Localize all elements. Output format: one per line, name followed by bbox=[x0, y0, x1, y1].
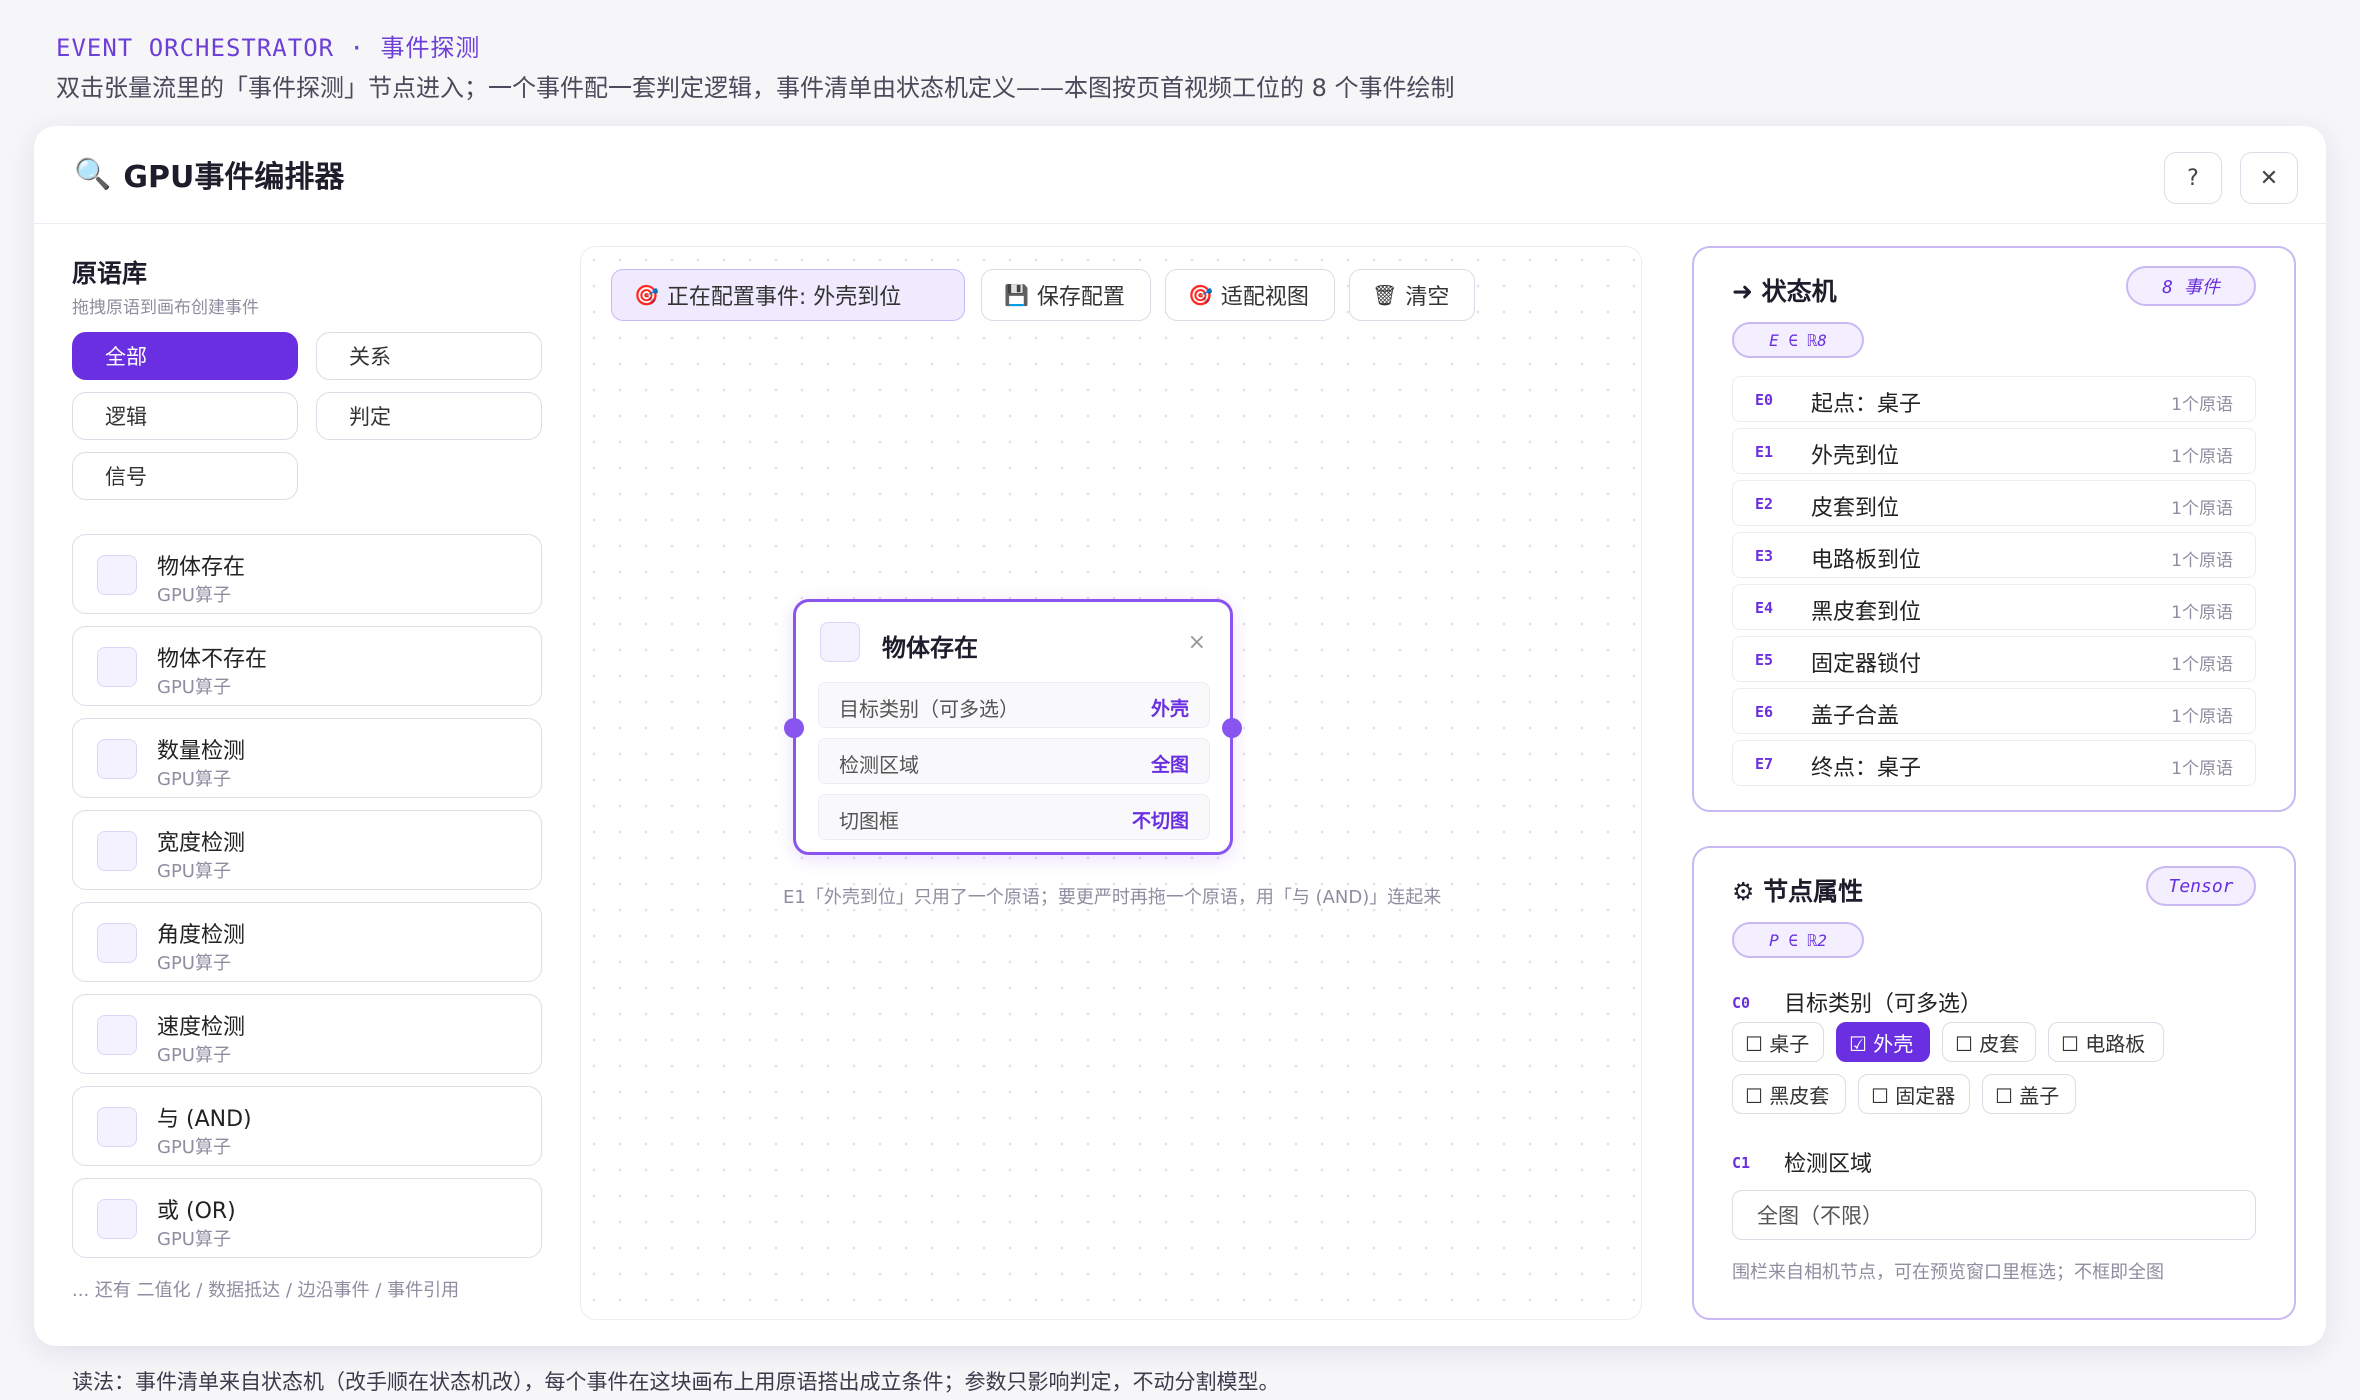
library-title: 原语库 bbox=[72, 259, 148, 288]
node-close-icon[interactable]: × bbox=[1188, 630, 1206, 655]
event-item-e4[interactable]: E4 黑皮套到位 1个原语 bbox=[1732, 584, 2256, 630]
primitive-icon bbox=[97, 739, 137, 779]
node-icon bbox=[820, 622, 860, 662]
node-param-row[interactable]: 目标类别（可多选） 外壳 bbox=[818, 682, 1210, 728]
trash-icon: 🗑 bbox=[1372, 283, 1398, 307]
close-icon: ✕ bbox=[2259, 165, 2279, 191]
state-machine-card: ➜ 状态机 8 事件 E ∈ ℝ8 E0 起点：桌子 1个原语 E1 外壳到位 1个原语… bbox=[1692, 246, 2296, 812]
primitive-speed[interactable]: 速度检测 GPU算子 bbox=[72, 994, 542, 1074]
class-tag-circuit-board[interactable]: ☐ 电路板 bbox=[2048, 1022, 2164, 1062]
node-param-row[interactable]: 检测区域 全图 bbox=[818, 738, 1210, 784]
help-button[interactable]: ? bbox=[2164, 152, 2222, 204]
node-properties-title: ⚙ 节点属性 bbox=[1732, 877, 1864, 906]
filter-judge[interactable]: 判定 bbox=[316, 392, 542, 440]
primitive-icon bbox=[97, 647, 137, 687]
event-canvas[interactable]: 🎯 正在配置事件: 外壳到位 💾 保存配置 🎯 适配视图 🗑 清空 物体存在 ×… bbox=[580, 246, 1642, 1320]
event-orchestrator-window: 🔍 GPU事件编排器 ? ✕ 原语库 拖拽原语到画布创建事件 全部 关系 逻辑 … bbox=[34, 126, 2326, 1346]
class-tag-fixer[interactable]: ☐ 固定器 bbox=[1858, 1074, 1970, 1114]
magnifier-icon: 🔍 bbox=[74, 156, 112, 192]
primitive-object-exists[interactable]: 物体存在 GPU算子 bbox=[72, 534, 542, 614]
primitive-width[interactable]: 宽度检测 GPU算子 bbox=[72, 810, 542, 890]
primitive-and[interactable]: 与 (AND) GPU算子 bbox=[72, 1086, 542, 1166]
primitive-icon bbox=[97, 555, 137, 595]
event-item-e2[interactable]: E2 皮套到位 1个原语 bbox=[1732, 480, 2256, 526]
detect-region-field[interactable]: 全图（不限） bbox=[1732, 1190, 2256, 1240]
library-more-text: ... 还有 二值化 / 数据抵达 / 边沿事件 / 事件引用 bbox=[72, 1280, 460, 1301]
param-name-detect-region: 检测区域 bbox=[1784, 1152, 1873, 1177]
primitive-object-absent[interactable]: 物体不存在 GPU算子 bbox=[72, 626, 542, 706]
param-name-target-classes: 目标类别（可多选） bbox=[1784, 992, 1983, 1017]
primitive-icon bbox=[97, 1107, 137, 1147]
node-param-row[interactable]: 切图框 不切图 bbox=[818, 794, 1210, 840]
class-tag-table[interactable]: ☐ 桌子 bbox=[1732, 1022, 1824, 1062]
page-kicker: EVENT ORCHESTRATOR · 事件探测 bbox=[56, 34, 481, 62]
class-tag-sleeve[interactable]: ☐ 皮套 bbox=[1942, 1022, 2036, 1062]
event-item-e1[interactable]: E1 外壳到位 1个原语 bbox=[1732, 428, 2256, 474]
page-subtitle: 双击张量流里的「事件探测」节点进入；一个事件配一套判定逻辑，事件清单由状态机定义… bbox=[56, 74, 1455, 102]
region-hint: 围栏来自相机节点，可在预览窗口里框选；不框即全图 bbox=[1732, 1262, 2164, 1283]
fit-view-button[interactable]: 🎯 适配视图 bbox=[1165, 269, 1335, 321]
primitive-angle[interactable]: 角度检测 GPU算子 bbox=[72, 902, 542, 982]
node-title: 物体存在 bbox=[882, 634, 978, 662]
primitive-or[interactable]: 或 (OR) GPU算子 bbox=[72, 1178, 542, 1258]
configuring-event-button[interactable]: 🎯 正在配置事件: 外壳到位 bbox=[611, 269, 965, 321]
window-title-text: GPU事件编排器 bbox=[123, 160, 345, 195]
tensor-badge: Tensor bbox=[2146, 866, 2256, 906]
node-output-port[interactable] bbox=[1222, 718, 1242, 738]
param-set-badge: P ∈ ℝ2 bbox=[1732, 922, 1864, 958]
node-properties-card: ⚙ 节点属性 Tensor P ∈ ℝ2 C0 目标类别（可多选） ☐ 桌子 ☑… bbox=[1692, 846, 2296, 1320]
class-tag-black-sleeve[interactable]: ☐ 黑皮套 bbox=[1732, 1074, 1846, 1114]
node-object-exists[interactable]: 物体存在 × 目标类别（可多选） 外壳 检测区域 全图 切图框 不切图 bbox=[784, 599, 1242, 855]
clear-button[interactable]: 🗑 清空 bbox=[1349, 269, 1475, 321]
window-title: 🔍 GPU事件编排器 bbox=[74, 152, 344, 196]
event-set-badge: E ∈ ℝ8 bbox=[1732, 322, 1864, 358]
param-id-c0: C0 bbox=[1732, 994, 1751, 1012]
event-item-e6[interactable]: E6 盖子合盖 1个原语 bbox=[1732, 688, 2256, 734]
window-header: 🔍 GPU事件编排器 ? ✕ bbox=[34, 126, 2326, 224]
canvas-hint: E1「外壳到位」只用了一个原语；要更严时再拖一个原语，用「与 (AND)」连起来 bbox=[783, 887, 1442, 908]
primitive-count[interactable]: 数量检测 GPU算子 bbox=[72, 718, 542, 798]
primitive-icon bbox=[97, 1015, 137, 1055]
class-tag-lid[interactable]: ☐ 盖子 bbox=[1982, 1074, 2076, 1114]
target-icon: 🎯 bbox=[634, 283, 659, 307]
filter-signal[interactable]: 信号 bbox=[72, 452, 298, 500]
node-input-port[interactable] bbox=[784, 718, 804, 738]
filter-logic[interactable]: 逻辑 bbox=[72, 392, 298, 440]
primitive-icon bbox=[97, 1199, 137, 1239]
event-item-e0[interactable]: E0 起点：桌子 1个原语 bbox=[1732, 376, 2256, 422]
param-id-c1: C1 bbox=[1732, 1154, 1751, 1172]
event-count-badge: 8 事件 bbox=[2126, 266, 2256, 306]
target-icon: 🎯 bbox=[1188, 283, 1213, 307]
primitive-icon bbox=[97, 923, 137, 963]
save-icon: 💾 bbox=[1004, 283, 1029, 307]
state-machine-title: ➜ 状态机 bbox=[1732, 277, 1837, 306]
filter-relation[interactable]: 关系 bbox=[316, 332, 542, 380]
event-item-e5[interactable]: E5 固定器锁付 1个原语 bbox=[1732, 636, 2256, 682]
library-subtitle: 拖拽原语到画布创建事件 bbox=[72, 298, 259, 318]
event-item-e7[interactable]: E7 终点：桌子 1个原语 bbox=[1732, 740, 2256, 786]
page-footer-note: 读法：事件清单来自状态机（改手顺在状态机改），每个事件在这块画布上用原语搭出成立… bbox=[72, 1370, 1280, 1394]
save-config-button[interactable]: 💾 保存配置 bbox=[981, 269, 1151, 321]
class-tag-shell[interactable]: ☑ 外壳 bbox=[1836, 1022, 1930, 1062]
primitive-icon bbox=[97, 831, 137, 871]
filter-all[interactable]: 全部 bbox=[72, 332, 298, 380]
event-item-e3[interactable]: E3 电路板到位 1个原语 bbox=[1732, 532, 2256, 578]
close-button[interactable]: ✕ bbox=[2240, 152, 2298, 204]
